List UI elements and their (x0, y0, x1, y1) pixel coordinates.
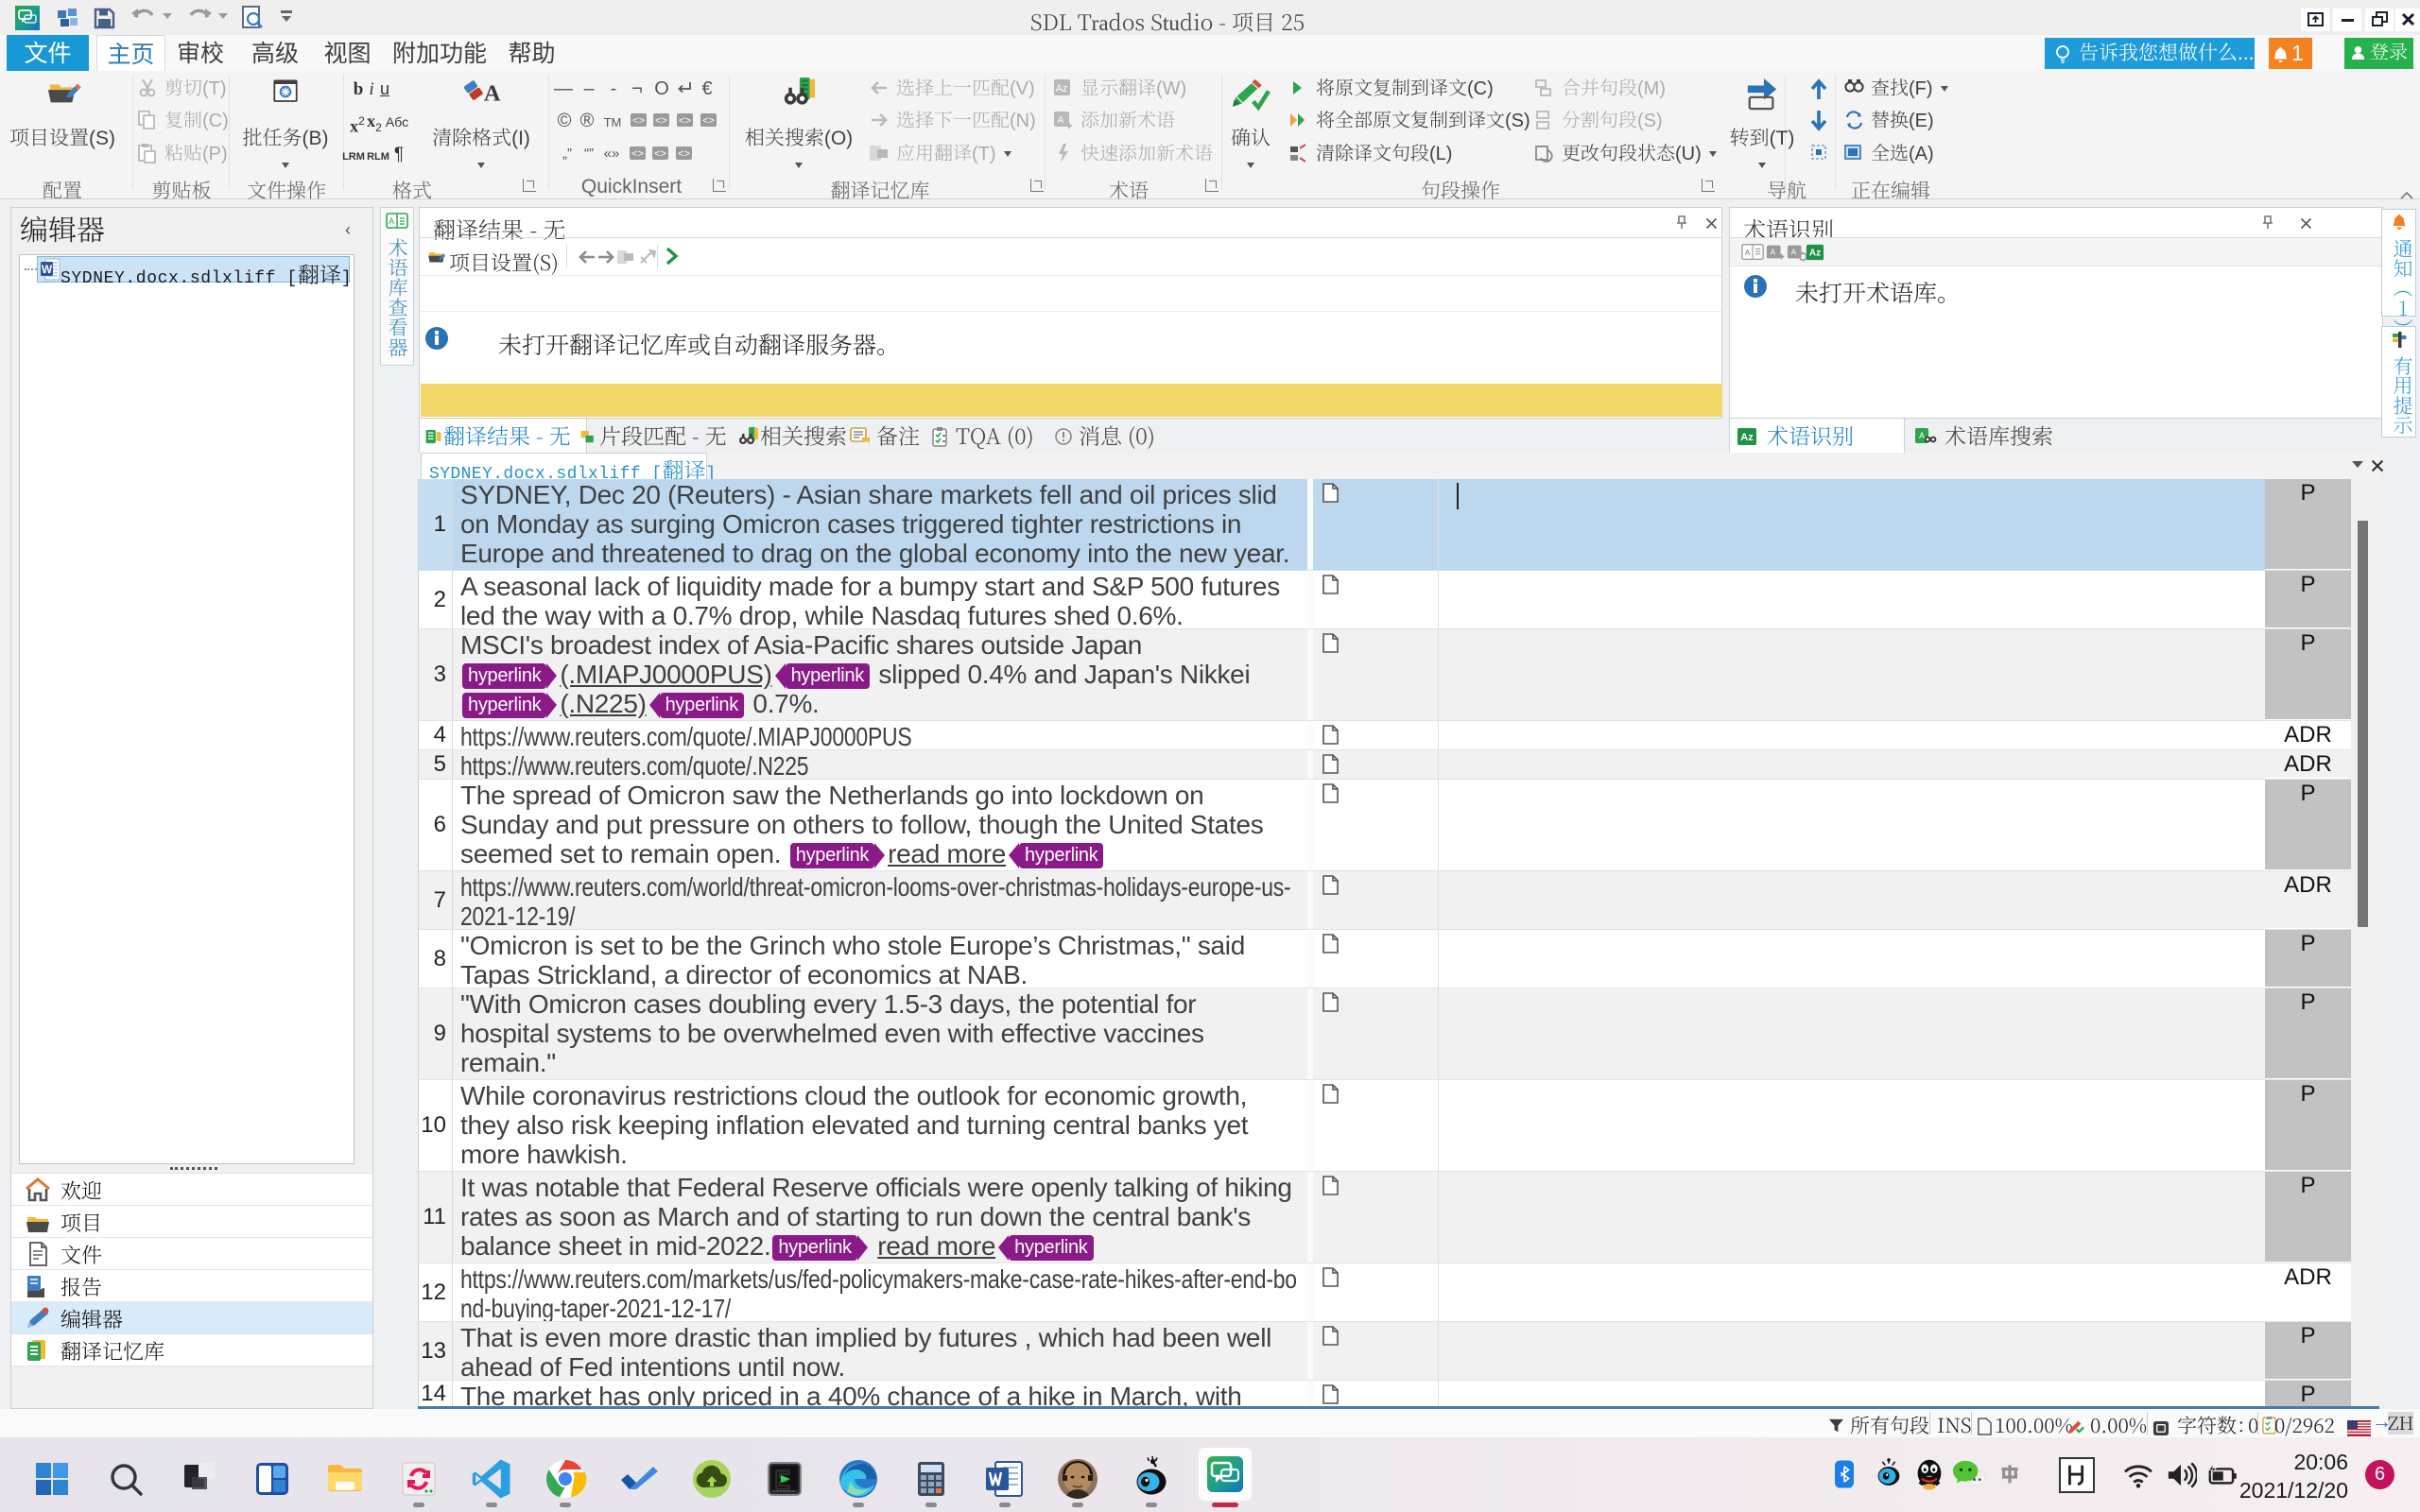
svg-text:A: A (1058, 115, 1064, 126)
svg-text:A: A (1771, 249, 1776, 257)
svg-text:<>: <> (702, 115, 715, 127)
svg-text:<>: <> (654, 148, 666, 160)
svg-text:A: A (484, 80, 501, 106)
svg-text:<>: <> (632, 115, 645, 127)
svg-text:A: A (1791, 249, 1797, 257)
svg-text:A: A (1919, 431, 1925, 440)
svg-text:<>: <> (631, 148, 644, 160)
svg-text:Az: Az (1056, 83, 1068, 94)
svg-text:A: A (1745, 248, 1751, 257)
svg-text:Az: Az (1740, 432, 1754, 443)
svg-text:<>: <> (655, 115, 667, 127)
svg-text:A: A (389, 216, 394, 226)
svg-text:W: W (42, 263, 53, 276)
svg-text:<>: <> (679, 115, 691, 127)
svg-text:Az: Az (1809, 249, 1821, 259)
svg-text:<>: <> (678, 148, 690, 160)
